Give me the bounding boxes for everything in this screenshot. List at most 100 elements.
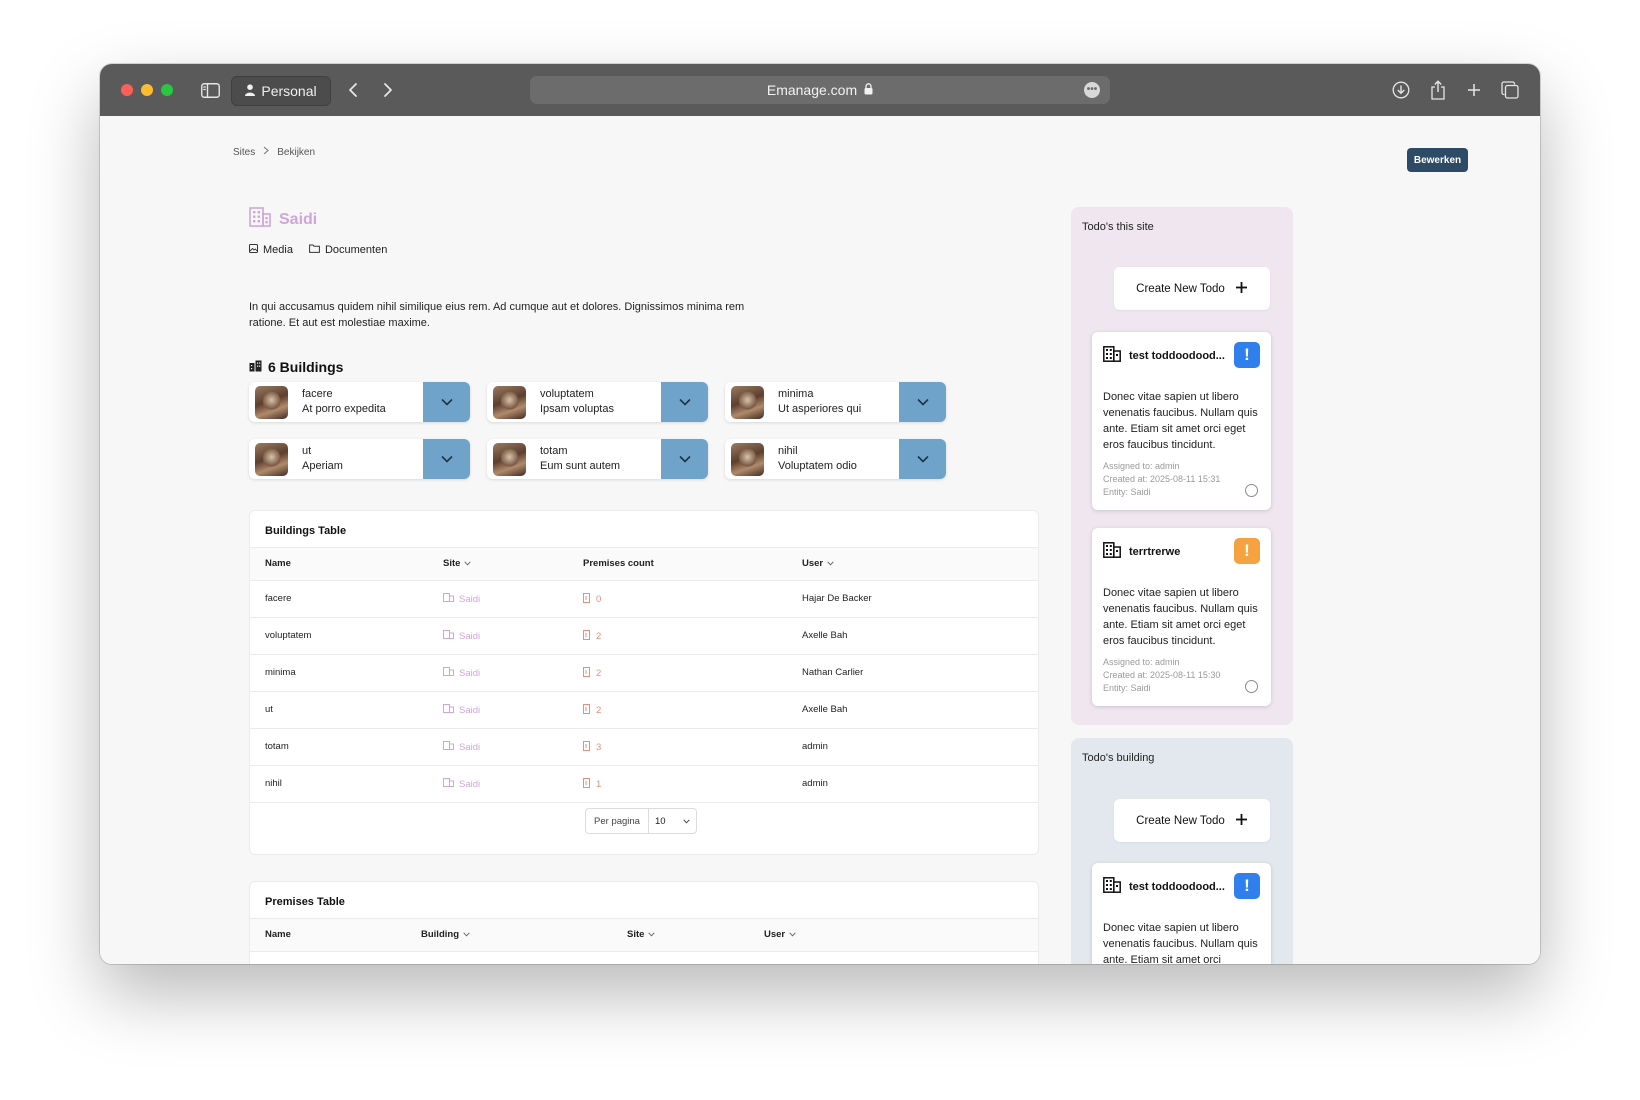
priority-alert-icon: !: [1234, 873, 1260, 899]
more-options-icon[interactable]: •••: [1084, 82, 1100, 98]
media-link[interactable]: Media: [249, 244, 293, 256]
todos-site-header: Todo's this site: [1082, 221, 1154, 233]
todos-site-panel: Todo's this site Create New Todo test to…: [1071, 207, 1293, 725]
cell-name: voluptatem: [265, 630, 312, 641]
downloads-icon[interactable]: [1390, 78, 1412, 102]
todo-entity: Entity: Saidi: [1103, 683, 1151, 693]
column-building[interactable]: Building: [421, 929, 470, 940]
cell-name: minima: [265, 667, 296, 678]
building-card-dropdown[interactable]: [899, 439, 946, 479]
building-card-totam[interactable]: totam Eum sunt autem: [487, 439, 708, 479]
tab-overview-icon[interactable]: [1499, 78, 1521, 102]
column-site[interactable]: Site: [443, 558, 472, 569]
new-tab-icon[interactable]: [1463, 78, 1485, 102]
sort-chevron-icon: [463, 929, 470, 940]
table-row[interactable]: voluptatem Saidi 2 Axelle Bah: [250, 617, 1038, 655]
column-user[interactable]: User: [802, 558, 834, 569]
chevron-down-icon: [440, 450, 453, 468]
column-site-label: Site: [627, 929, 645, 940]
building-card-minima[interactable]: minima Ut asperiores qui: [725, 382, 946, 422]
table-header: Name Site Premises count User: [250, 547, 1038, 581]
cell-premises-count[interactable]: 3: [583, 741, 601, 754]
cell-site[interactable]: Saidi: [443, 741, 480, 753]
create-todo-button[interactable]: Create New Todo: [1114, 799, 1270, 842]
cell-premises-count[interactable]: 1: [583, 778, 601, 791]
cell-site[interactable]: Saidi: [443, 778, 480, 790]
todo-card[interactable]: test toddoodood... ! Donec vitae sapien …: [1092, 863, 1271, 964]
sort-chevron-icon: [827, 558, 834, 569]
cell-count-value: 2: [596, 668, 602, 679]
breadcrumb-sites-link[interactable]: Sites: [233, 147, 255, 158]
building-card-dropdown[interactable]: [423, 382, 470, 422]
building-card-nihil[interactable]: nihil Voluptatem odio: [725, 439, 946, 479]
todo-title: test toddoodood...: [1129, 880, 1225, 893]
cell-count-value: 1: [596, 779, 602, 790]
column-name: Name: [265, 929, 291, 940]
chevron-down-icon: [916, 393, 929, 411]
close-window-button[interactable]: [121, 84, 133, 96]
todo-assigned: Assigned to: admin: [1103, 461, 1180, 471]
building-card-voluptatem[interactable]: voluptatem Ipsam voluptas: [487, 382, 708, 422]
address-bar[interactable]: Emanage.com •••: [530, 76, 1110, 104]
cell-site[interactable]: Saidi: [443, 593, 480, 605]
table-row[interactable]: ut Saidi 2 Axelle Bah: [250, 691, 1038, 729]
table-row[interactable]: minima Saidi 2 Nathan Carlier: [250, 654, 1038, 692]
forward-icon[interactable]: [379, 78, 397, 102]
maximize-window-button[interactable]: [161, 84, 173, 96]
door-icon: [583, 667, 591, 680]
table-row[interactable]: facere Saidi 0 Hajar De Backer: [250, 580, 1038, 618]
cell-site[interactable]: Saidi: [443, 704, 480, 716]
todo-card[interactable]: terrtrerwe ! Donec vitae sapien ut liber…: [1092, 528, 1271, 706]
todo-card[interactable]: test toddoodood... ! Donec vitae sapien …: [1092, 332, 1271, 510]
back-icon[interactable]: [344, 78, 362, 102]
chevron-down-icon: [683, 816, 690, 827]
cell-site-label: Saidi: [459, 593, 481, 605]
building-card-dropdown[interactable]: [661, 382, 708, 422]
todos-building-header: Todo's building: [1082, 752, 1155, 764]
cell-site-label: Saidi: [459, 778, 481, 790]
image-icon: [249, 244, 258, 256]
premises-table: Premises Table Name Building Site User: [249, 881, 1039, 964]
building-card-dropdown[interactable]: [661, 439, 708, 479]
cell-site-label: Saidi: [459, 704, 481, 716]
building-card-ut[interactable]: ut Aperiam: [249, 439, 470, 479]
cell-premises-count[interactable]: 2: [583, 630, 601, 643]
building-card-facere[interactable]: facere At porro expedita: [249, 382, 470, 422]
minimize-window-button[interactable]: [141, 84, 153, 96]
todo-complete-checkbox[interactable]: [1245, 680, 1258, 693]
cell-premises-count[interactable]: 0: [583, 593, 601, 606]
column-site[interactable]: Site: [627, 929, 656, 940]
column-user[interactable]: User: [764, 929, 796, 940]
share-icon[interactable]: [1427, 78, 1449, 102]
media-link-label: Media: [263, 244, 293, 256]
cell-site[interactable]: Saidi: [443, 667, 480, 679]
door-icon: [583, 741, 591, 754]
building-card-subtitle: Eum sunt autem: [540, 460, 621, 472]
profile-button[interactable]: Personal: [231, 76, 331, 106]
sidebar-toggle-icon[interactable]: [198, 78, 222, 102]
cell-count-value: 0: [596, 594, 602, 605]
building-card-dropdown[interactable]: [423, 439, 470, 479]
column-user-label: User: [764, 929, 786, 940]
cell-user: Axelle Bah: [802, 630, 848, 641]
cell-site[interactable]: Saidi: [443, 630, 480, 642]
documents-link[interactable]: Documenten: [309, 244, 387, 256]
per-page-select[interactable]: Per pagina 10: [585, 808, 697, 834]
building-card-dropdown[interactable]: [899, 382, 946, 422]
cell-name: facere: [265, 593, 292, 604]
column-user-label: User: [802, 558, 824, 569]
cell-premises-count[interactable]: 2: [583, 704, 601, 717]
chevron-down-icon: [916, 450, 929, 468]
cell-premises-count[interactable]: 2: [583, 667, 601, 680]
buildings-count-label: 6 Buildings: [268, 359, 344, 375]
column-site-label: Site: [443, 558, 461, 569]
building-icon: [249, 207, 271, 232]
table-row[interactable]: totam Saidi 3 admin: [250, 728, 1038, 766]
table-row[interactable]: nihil Saidi 1 admin: [250, 765, 1038, 803]
cell-name: totam: [265, 741, 289, 752]
create-todo-button[interactable]: Create New Todo: [1114, 267, 1270, 310]
documents-link-label: Documenten: [324, 244, 388, 256]
todo-complete-checkbox[interactable]: [1245, 484, 1258, 497]
per-page-value: 10: [655, 815, 666, 827]
edit-button[interactable]: Bewerken: [1407, 148, 1468, 172]
